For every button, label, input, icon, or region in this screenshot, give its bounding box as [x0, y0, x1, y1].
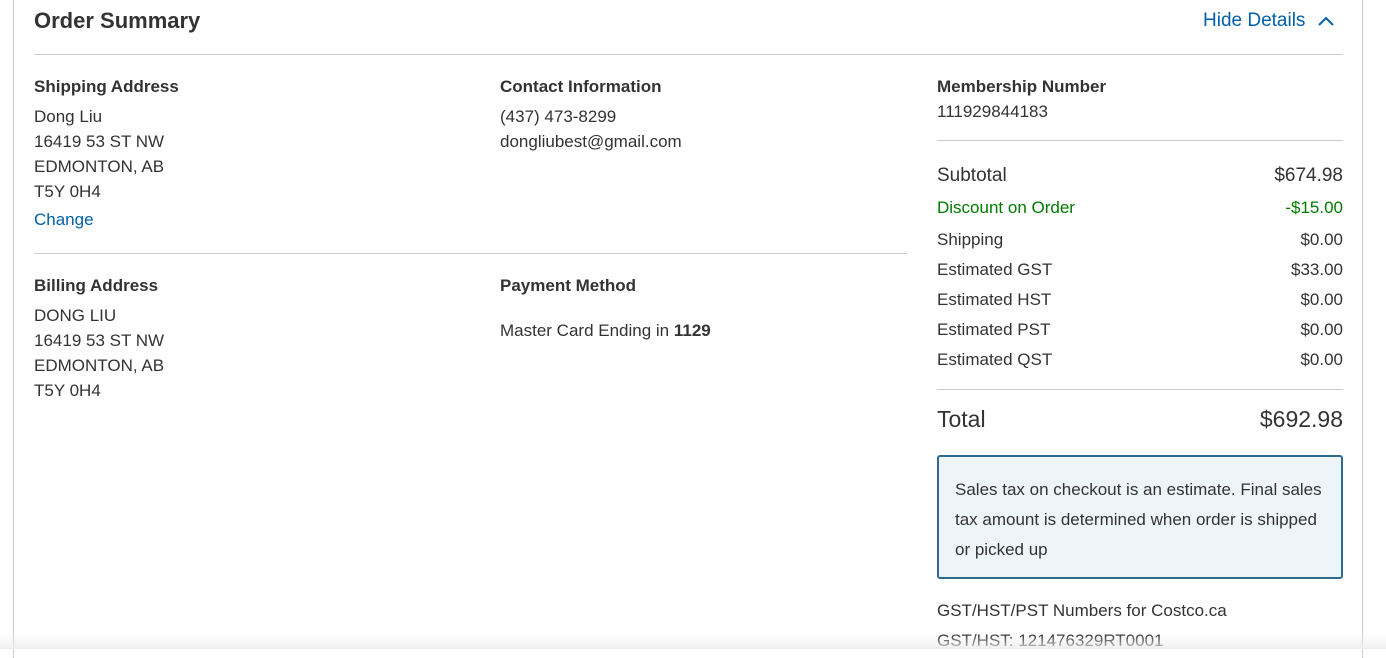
payment-method-text: Master Card Ending in 1129	[500, 318, 711, 343]
address-divider	[34, 253, 907, 254]
contact-email: dongliubest@gmail.com	[500, 132, 682, 151]
change-address-link[interactable]: Change	[34, 210, 94, 230]
membership-divider	[937, 140, 1343, 141]
discount-row: Discount on Order -$15.00	[937, 198, 1343, 218]
hst-label: Estimated HST	[937, 290, 1052, 309]
bottom-fade	[0, 634, 1386, 649]
shipping-address-block: Dong Liu 16419 53 ST NW EDMONTON, AB T5Y…	[34, 104, 164, 204]
billing-street: 16419 53 ST NW	[34, 331, 165, 350]
billing-city: EDMONTON, AB	[34, 356, 165, 375]
shipping-postal: T5Y 0H4	[34, 182, 101, 201]
shipping-address-label: Shipping Address	[34, 77, 179, 96]
sales-tax-note: Sales tax on checkout is an estimate. Fi…	[937, 455, 1343, 579]
payment-card-text: Master Card Ending in	[500, 321, 670, 340]
qst-row: Estimated QST $0.00	[937, 350, 1343, 370]
hide-details-button[interactable]: Hide Details	[1203, 10, 1335, 32]
discount-value: -$15.00	[1285, 198, 1343, 217]
payment-card-last4: 1129	[673, 321, 711, 340]
total-divider	[937, 389, 1343, 390]
billing-address-label: Billing Address	[34, 276, 159, 295]
header-divider	[34, 54, 1343, 55]
shipping-value: $0.00	[1300, 230, 1343, 249]
billing-name: DONG LIU	[34, 306, 117, 325]
tax-numbers-heading: GST/HST/PST Numbers for Costco.ca	[937, 601, 1227, 620]
hide-details-label: Hide Details	[1203, 10, 1306, 31]
contact-information-block: (437) 473-8299 dongliubest@gmail.com	[500, 104, 682, 154]
shipping-city: EDMONTON, AB	[34, 157, 165, 176]
membership-number-label: Membership Number	[937, 77, 1107, 96]
pst-row: Estimated PST $0.00	[937, 320, 1343, 340]
total-row: Total $692.98	[937, 406, 1343, 433]
contact-information-label: Contact Information	[500, 77, 662, 96]
subtotal-row: Subtotal $674.98	[937, 165, 1343, 187]
subtotal-value: $674.98	[1274, 165, 1343, 186]
total-label: Total	[937, 406, 986, 432]
pst-label: Estimated PST	[937, 320, 1051, 339]
shipping-row: Shipping $0.00	[937, 230, 1343, 250]
hst-value: $0.00	[1300, 290, 1343, 309]
subtotal-label: Subtotal	[937, 165, 1007, 186]
total-value: $692.98	[1259, 406, 1343, 432]
shipping-street: 16419 53 ST NW	[34, 132, 165, 151]
shipping-name: Dong Liu	[34, 107, 103, 126]
contact-phone: (437) 473-8299	[500, 107, 617, 126]
pst-value: $0.00	[1300, 320, 1343, 339]
qst-label: Estimated QST	[937, 350, 1053, 369]
shipping-label: Shipping	[937, 230, 1004, 249]
chevron-up-icon	[1318, 16, 1335, 26]
page-title: Order Summary	[34, 8, 201, 33]
hst-row: Estimated HST $0.00	[937, 290, 1343, 310]
membership-number: 111929844183	[937, 102, 1048, 121]
qst-value: $0.00	[1300, 350, 1343, 369]
payment-method-label: Payment Method	[500, 276, 637, 295]
gst-label: Estimated GST	[937, 260, 1053, 279]
billing-address-block: DONG LIU 16419 53 ST NW EDMONTON, AB T5Y…	[34, 303, 164, 403]
gst-value: $33.00	[1291, 260, 1343, 279]
discount-label: Discount on Order	[937, 198, 1075, 217]
gst-row: Estimated GST $33.00	[937, 260, 1343, 280]
billing-postal: T5Y 0H4	[34, 381, 101, 400]
